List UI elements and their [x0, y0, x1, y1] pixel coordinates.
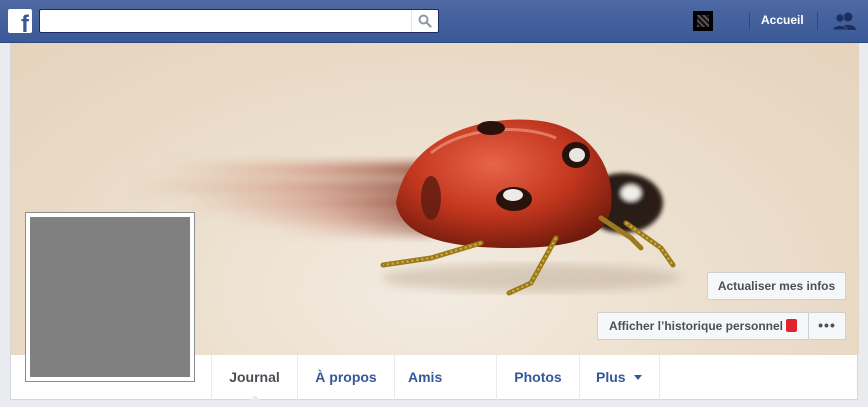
- tab-more[interactable]: Plus: [579, 355, 660, 400]
- caret-down-icon: [633, 375, 642, 380]
- update-info-button[interactable]: Actualiser mes infos: [707, 272, 846, 300]
- profile-tabs: Journal À propos Amis Photos Plus: [211, 355, 660, 401]
- search-button[interactable]: [411, 10, 438, 32]
- notification-badge-icon: [786, 319, 798, 332]
- nav-divider: [817, 12, 818, 30]
- more-options-button[interactable]: •••: [808, 312, 846, 340]
- profile-picture[interactable]: [25, 212, 195, 382]
- facebook-logo-letter: f: [21, 11, 29, 38]
- activity-log-label: Afficher l’historique personnel: [608, 319, 784, 333]
- facebook-logo-icon[interactable]: f: [8, 9, 32, 37]
- home-link[interactable]: Accueil: [761, 13, 804, 27]
- tab-journal[interactable]: Journal: [211, 355, 297, 401]
- friend-requests-icon[interactable]: [832, 11, 858, 36]
- profile-header-card: Actualiser mes infos Afficher l’historiq…: [10, 43, 859, 401]
- tab-photos[interactable]: Photos: [496, 355, 579, 400]
- search-input[interactable]: [40, 10, 422, 32]
- user-avatar-thumbnail[interactable]: [693, 11, 713, 31]
- profile-picture-placeholder: [30, 217, 190, 377]
- tab-more-label: Plus: [596, 369, 626, 385]
- tab-friends[interactable]: Amis: [394, 355, 496, 400]
- activity-log-button[interactable]: Afficher l’historique personnel: [597, 312, 809, 340]
- nav-divider: [749, 12, 750, 30]
- search-box: [39, 9, 439, 33]
- top-navigation-bar: f Accueil: [0, 0, 868, 43]
- tab-about[interactable]: À propos: [297, 355, 394, 400]
